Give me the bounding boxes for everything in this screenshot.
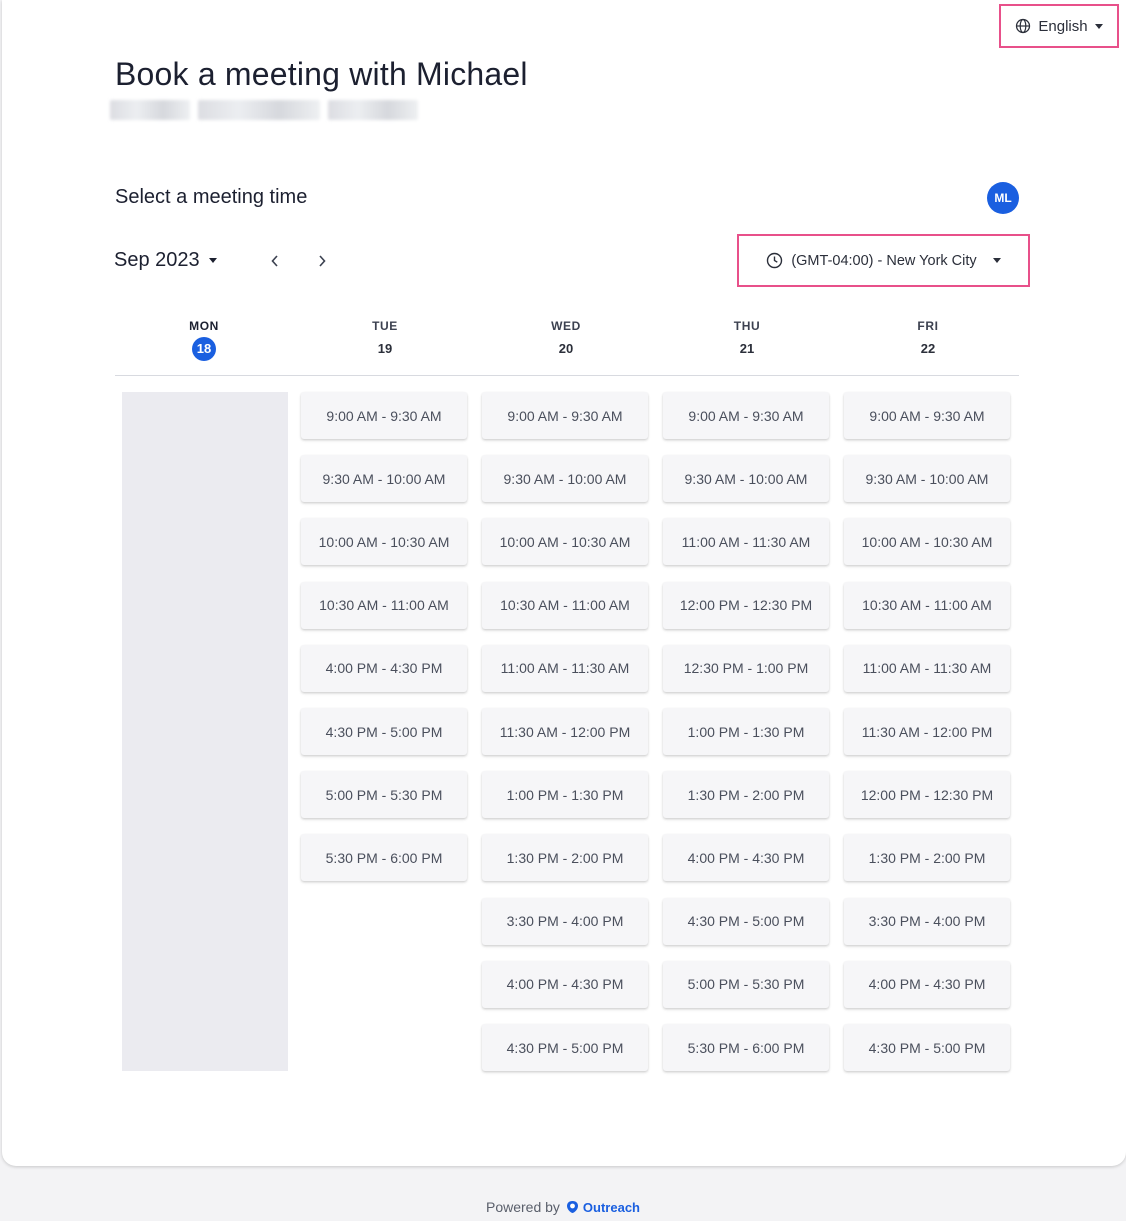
time-slot-button[interactable]: 9:00 AM - 9:30 AM [663,392,829,439]
prev-week-button[interactable] [262,248,288,274]
redacted-text [198,100,320,120]
time-slot-button[interactable]: 10:30 AM - 11:00 AM [844,581,1010,629]
time-slot-button[interactable]: 10:00 AM - 10:30 AM [844,518,1010,566]
time-slot-button[interactable]: 10:00 AM - 10:30 AM [301,518,467,566]
day-name: FRI [917,319,939,333]
time-slot-button[interactable]: 4:30 PM - 5:00 PM [301,708,467,755]
day-name: TUE [372,319,398,333]
time-slot-button[interactable]: 11:00 AM - 11:30 AM [482,644,648,692]
day-header-tue: TUE 19 [335,319,435,358]
caret-down-icon [992,258,1001,263]
month-label: Sep 2023 [114,249,200,271]
time-slot-button[interactable]: 3:30 PM - 4:00 PM [844,897,1010,945]
time-slot-button[interactable]: 9:00 AM - 9:30 AM [301,392,467,439]
month-selector[interactable]: Sep 2023 [114,249,217,272]
time-slot-button[interactable]: 1:30 PM - 2:00 PM [663,771,829,819]
time-slot-button[interactable]: 11:00 AM - 11:30 AM [844,644,1010,692]
time-slot-button[interactable]: 4:00 PM - 4:30 PM [482,960,648,1008]
time-slot-button[interactable]: 4:00 PM - 4:30 PM [844,960,1010,1008]
globe-icon [1016,18,1031,34]
time-slot-button[interactable]: 9:30 AM - 10:00 AM [844,455,1010,503]
time-slot-button[interactable]: 5:30 PM - 6:00 PM [663,1024,829,1071]
redacted-text [328,100,418,120]
language-label: English [1038,17,1088,35]
time-slot-button[interactable]: 4:30 PM - 5:00 PM [663,897,829,945]
time-slot-button[interactable]: 1:30 PM - 2:00 PM [482,834,648,882]
today-date-badge: 18 [192,337,216,361]
time-slot-button[interactable]: 9:30 AM - 10:00 AM [301,455,467,503]
next-week-button[interactable] [309,248,335,274]
time-slot-button[interactable]: 4:30 PM - 5:00 PM [844,1024,1010,1071]
day-header-wed: WED 20 [516,319,616,358]
day-header-fri: FRI 22 [878,319,978,358]
time-slot-button[interactable]: 9:30 AM - 10:00 AM [663,455,829,503]
day-date: 20 [558,341,574,356]
day-name: MON [189,319,219,333]
time-slot-button[interactable]: 9:00 AM - 9:30 AM [844,392,1010,439]
day-date: 19 [377,341,393,356]
chevron-right-icon [319,255,326,267]
time-slot-button[interactable]: 5:30 PM - 6:00 PM [301,834,467,882]
redacted-text [110,100,190,120]
language-selector[interactable]: English [999,4,1119,48]
timezone-label: (GMT-04:00) - New York City [791,252,977,269]
day-name: THU [733,319,761,333]
time-slot-button[interactable]: 12:30 PM - 1:00 PM [663,644,829,692]
time-slot-button[interactable]: 11:00 AM - 11:30 AM [663,518,829,566]
caret-down-icon [208,258,217,263]
day-header-mon: MON 18 [154,319,254,361]
powered-by-label: Powered by [485,1199,560,1215]
caret-down-icon [1094,23,1103,29]
time-slot-button[interactable]: 10:30 AM - 11:00 AM [482,581,648,629]
clock-icon [767,252,783,269]
section-title: Select a meeting time [115,186,308,208]
time-slot-button[interactable]: 10:00 AM - 10:30 AM [482,518,648,566]
time-slot-button[interactable]: 12:00 PM - 12:30 PM [844,771,1010,819]
time-slot-button[interactable]: 11:30 AM - 12:00 PM [844,708,1010,755]
time-slot-button[interactable]: 1:00 PM - 1:30 PM [482,771,648,819]
time-slot-button[interactable]: 4:00 PM - 4:30 PM [663,834,829,882]
time-slot-button[interactable]: 4:30 PM - 5:00 PM [482,1024,648,1071]
page-title: Book a meeting with Michael [115,56,528,92]
chevron-left-icon [271,255,278,267]
time-slot-button[interactable]: 3:30 PM - 4:00 PM [482,897,648,945]
time-slot-button[interactable]: 5:00 PM - 5:30 PM [663,960,829,1008]
time-slot-button[interactable]: 11:30 AM - 12:00 PM [482,708,648,755]
time-slot-button[interactable]: 1:00 PM - 1:30 PM [663,708,829,755]
avatar: ML [987,182,1019,214]
day-name: WED [551,319,581,333]
day-date: 21 [739,341,755,356]
time-slot-button[interactable]: 9:30 AM - 10:00 AM [482,455,648,503]
booking-card: English Book a meeting with Michael Sele… [2,0,1126,1166]
time-slot-button[interactable]: 5:00 PM - 5:30 PM [301,771,467,819]
time-slot-button[interactable]: 9:00 AM - 9:30 AM [482,392,648,439]
time-slot-button[interactable]: 10:30 AM - 11:00 AM [301,581,467,629]
time-slot-button[interactable]: 4:00 PM - 4:30 PM [301,644,467,692]
brand-label: Outreach [582,1199,640,1215]
day-header-row: MON 18 TUE 19 WED 20 THU 21 FRI 22 [115,312,1019,376]
footer: Powered by Outreach [0,1199,1126,1215]
time-slot-button[interactable]: 1:30 PM - 2:00 PM [844,834,1010,882]
day-header-thu: THU 21 [697,319,797,358]
time-slot-button[interactable]: 12:00 PM - 12:30 PM [663,581,829,629]
outreach-logo-icon [566,1201,578,1213]
outreach-logo[interactable]: Outreach [566,1200,640,1215]
unavailable-day-placeholder [122,392,288,1071]
day-date: 22 [920,341,936,356]
timezone-selector[interactable]: (GMT-04:00) - New York City [737,234,1030,287]
